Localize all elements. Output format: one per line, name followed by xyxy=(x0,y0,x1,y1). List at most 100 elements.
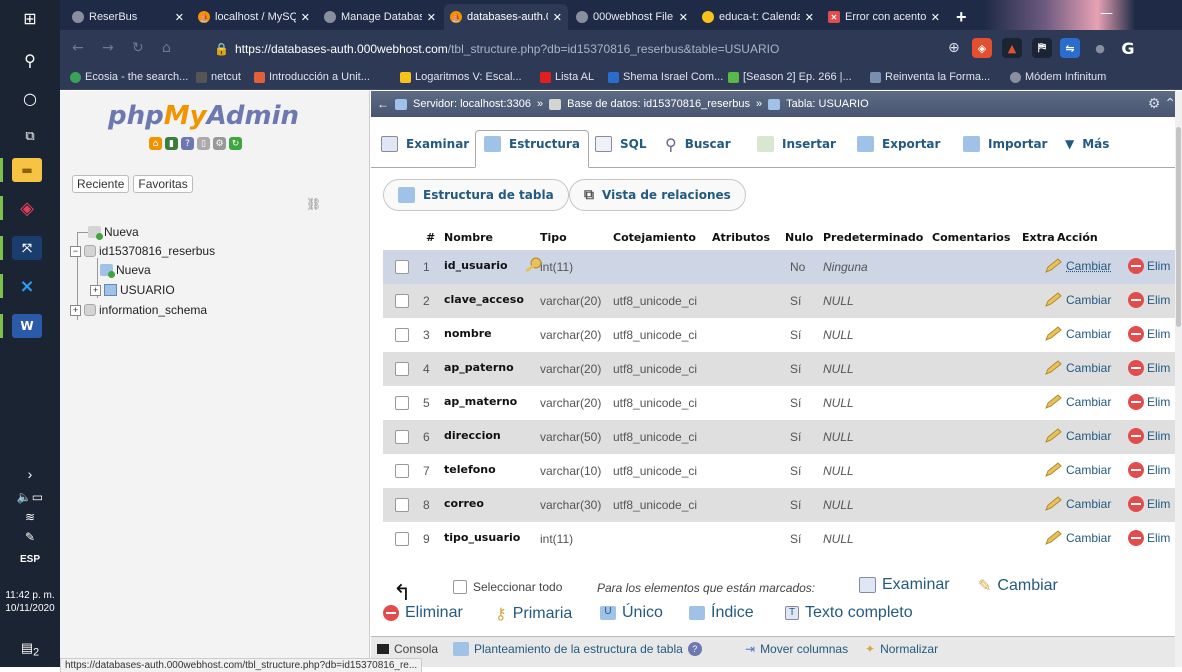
tree-new-database[interactable]: Nueva xyxy=(88,225,139,240)
browser-tab-file-manager[interactable]: 000webhost File M ✕ xyxy=(570,4,694,30)
help-icon[interactable]: ? xyxy=(181,137,194,150)
expand-icon[interactable]: + xyxy=(70,304,81,316)
arrow-left-icon[interactable]: ← xyxy=(377,97,389,111)
link-icon[interactable]: ⛓ xyxy=(306,197,321,211)
table-row[interactable]: 6 direccion varchar(50) utf8_unicode_ci Sí NU… xyxy=(383,420,1182,454)
search-icon[interactable]: ⚲ xyxy=(0,42,60,78)
tab-examinar[interactable]: Examinar xyxy=(373,130,477,158)
tab-insertar[interactable]: Insertar xyxy=(749,130,844,158)
settings-collapse-icon[interactable]: ⚙ ⌃ xyxy=(1148,95,1176,112)
browser-tab-localhost[interactable]: ⛵ localhost / MySQL ✕ xyxy=(192,4,316,30)
task-view-icon[interactable]: ⧉ xyxy=(0,118,60,154)
breadcrumb-server[interactable]: Servidor: localhost:3306 xyxy=(413,98,531,110)
bulk-examinar-button[interactable]: Examinar xyxy=(859,576,950,594)
bookmark-item[interactable]: Reinventa la Forma... xyxy=(870,71,990,83)
expand-icon[interactable]: + xyxy=(90,284,101,296)
bulk-indice-button[interactable]: Índice xyxy=(689,604,754,622)
close-icon[interactable]: ✕ xyxy=(553,11,562,24)
clock-time[interactable]: 11:42 p. m. xyxy=(0,590,60,601)
browser-tab-manage-databases[interactable]: Manage Databases ✕ xyxy=(318,4,442,30)
row-checkbox[interactable] xyxy=(395,464,409,478)
browser-tab-reserbus[interactable]: ReserBus ✕ xyxy=(66,4,190,30)
table-row[interactable]: 9 tipo_usuario int(11) Sí NULL Cambiar Elim xyxy=(383,522,1182,556)
brave-browser-icon[interactable]: ◈ xyxy=(12,196,42,220)
select-all-label[interactable]: Seleccionar todo xyxy=(473,580,562,594)
settings-icon[interactable]: ⚙ xyxy=(213,137,226,150)
delete-button[interactable]: Elim xyxy=(1128,326,1170,342)
forward-icon[interactable]: → xyxy=(102,40,114,56)
close-icon[interactable]: ✕ xyxy=(175,11,184,24)
select-all-checkbox[interactable] xyxy=(453,580,467,594)
bookmark-item[interactable]: Shema Israel Com... xyxy=(608,71,723,83)
row-checkbox[interactable] xyxy=(395,430,409,444)
extension-icon[interactable]: ⇋ xyxy=(1060,38,1080,58)
tree-new-table[interactable]: Nueva xyxy=(100,263,151,278)
button-estructura-tabla[interactable]: Estructura de tabla xyxy=(383,179,569,211)
breadcrumb-database[interactable]: Base de datos: id15370816_reserbus xyxy=(567,98,750,110)
button-vista-relaciones[interactable]: ⧉ Vista de relaciones xyxy=(569,179,746,211)
bulk-eliminar-button[interactable]: Eliminar xyxy=(383,604,463,622)
bulk-primaria-button[interactable]: ⚷ Primaria xyxy=(495,604,572,624)
change-button[interactable]: Cambiar xyxy=(1043,326,1111,342)
change-button[interactable]: Cambiar xyxy=(1043,394,1111,410)
close-icon[interactable]: ✕ xyxy=(679,11,688,24)
brave-rewards-icon[interactable]: ▲ xyxy=(1002,38,1022,58)
table-row[interactable]: 8 correo varchar(30) utf8_unicode_ci Sí NULL C… xyxy=(383,488,1182,522)
table-row[interactable]: 4 ap_paterno varchar(20) utf8_unicode_ci Sí N… xyxy=(383,352,1182,386)
change-button[interactable]: Cambiar xyxy=(1043,496,1111,512)
brave-shield-icon[interactable]: ◈ xyxy=(972,38,992,58)
row-checkbox[interactable] xyxy=(395,362,409,376)
table-row[interactable]: 5 ap_materno varchar(20) utf8_unicode_ci Sí N… xyxy=(383,386,1182,420)
tab-recent[interactable]: Reciente xyxy=(72,175,130,193)
home-icon[interactable]: ⌂ xyxy=(149,137,162,150)
reload-icon[interactable]: ↻ xyxy=(229,137,242,150)
change-button[interactable]: Cambiar xyxy=(1043,530,1111,546)
change-button[interactable]: Cambiar xyxy=(1043,360,1111,376)
logout-icon[interactable]: ▮ xyxy=(165,137,178,150)
tree-table-usuario[interactable]: + USUARIO xyxy=(90,283,175,297)
browser-tab-databases-auth[interactable]: ⛵ databases-auth.00 ✕ xyxy=(444,4,568,30)
delete-button[interactable]: Elim xyxy=(1128,360,1170,376)
delete-button[interactable]: Elim xyxy=(1128,462,1170,478)
header-nombre[interactable]: Nombre xyxy=(444,231,493,244)
delete-button[interactable]: Elim xyxy=(1128,428,1170,444)
url-field[interactable]: 🔒 https://databases-auth.000webhost.com/… xyxy=(210,37,1010,61)
extension-icon[interactable]: ● xyxy=(1090,38,1110,58)
table-row[interactable]: 2 clave_acceso varchar(20) utf8_unicode_ci S… xyxy=(383,284,1182,318)
header-cotejamiento[interactable]: Cotejamiento xyxy=(613,231,696,244)
new-tab-button[interactable]: + xyxy=(950,4,980,30)
normalizar-link[interactable]: ✦ Normalizar xyxy=(865,642,938,656)
wifi-icon[interactable]: ≋ xyxy=(0,510,60,524)
mover-columnas-link[interactable]: ⇥ Mover columnas xyxy=(745,642,848,656)
console-button[interactable]: Consola xyxy=(377,642,438,656)
network-app-icon[interactable]: ⤧ xyxy=(12,236,42,260)
header-extra[interactable]: Extra xyxy=(1022,231,1055,244)
cortana-icon[interactable]: ○ xyxy=(0,80,60,116)
tree-database-information-schema[interactable]: + information_schema xyxy=(70,303,207,317)
vscode-icon[interactable]: ⨯ xyxy=(12,274,42,298)
table-row[interactable]: 7 telefono varchar(10) utf8_unicode_ci Sí NUL… xyxy=(383,454,1182,488)
tab-mas[interactable]: ▼ Más xyxy=(1057,130,1117,158)
tab-buscar[interactable]: ⚲ Buscar xyxy=(657,130,739,158)
bookmark-item[interactable]: [Season 2] Ep. 266 |... xyxy=(728,71,852,83)
back-icon[interactable]: ← xyxy=(72,40,84,56)
select-all[interactable]: Seleccionar todo xyxy=(453,580,562,594)
tab-sql[interactable]: SQL xyxy=(587,130,655,158)
tab-favorites[interactable]: Favoritas xyxy=(133,175,193,193)
delete-button[interactable]: Elim xyxy=(1128,530,1170,546)
pen-icon[interactable]: ✎ xyxy=(0,530,60,544)
row-checkbox[interactable] xyxy=(395,532,409,546)
header-atributos[interactable]: Atributos xyxy=(712,231,770,244)
bookmark-item[interactable]: netcut xyxy=(196,71,241,83)
browser-tab-error-acentos[interactable]: ✕ Error con acentos ✕ xyxy=(822,4,946,30)
vertical-scrollbar[interactable] xyxy=(1175,91,1182,667)
change-button[interactable]: Cambiar xyxy=(1043,428,1111,444)
bookmark-item[interactable]: Logaritmos V: Escal... xyxy=(400,71,522,83)
browser-tab-educa-t[interactable]: educa-t: Calendari ✕ xyxy=(696,4,820,30)
close-icon[interactable]: ✕ xyxy=(427,11,436,24)
bookmark-item[interactable]: Lista AL xyxy=(540,71,594,83)
volume-icon[interactable]: 🔈▭ xyxy=(0,490,60,504)
tree-database-reserbus[interactable]: − id15370816_reserbus xyxy=(70,244,215,258)
row-checkbox[interactable] xyxy=(395,294,409,308)
brave-menu-icon[interactable]: G xyxy=(1118,38,1138,58)
